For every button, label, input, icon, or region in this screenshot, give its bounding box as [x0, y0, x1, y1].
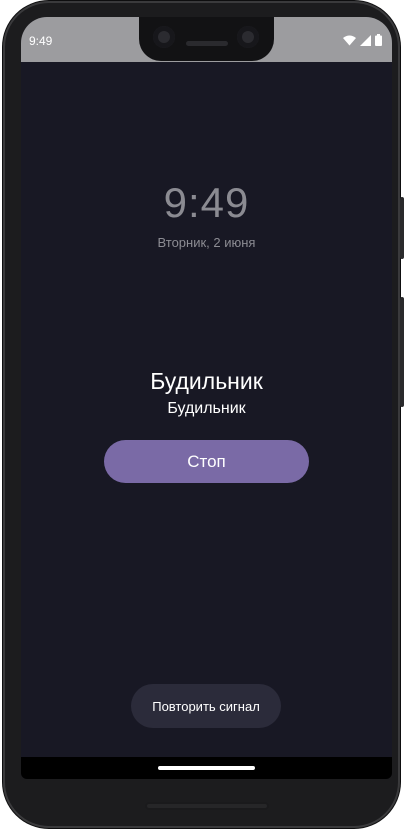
status-time: 9:49 [29, 34, 53, 48]
clock-time: 9:49 [163, 179, 250, 226]
clock-date: Вторник, 2 июня [157, 235, 256, 250]
status-icons [343, 34, 382, 46]
front-camera-icon [153, 26, 175, 48]
signal-icon [360, 34, 371, 46]
screen: 9:49 9:49 Вторник, 2 июня Будильник Буди… [21, 17, 392, 779]
alarm-label: Будильник [167, 400, 246, 417]
wifi-icon [343, 35, 356, 45]
volume-button [400, 297, 404, 407]
power-button [400, 197, 404, 259]
earpiece-speaker [186, 41, 228, 46]
stop-button[interactable]: Стоп [104, 440, 309, 483]
bottom-speaker-grille [145, 802, 269, 810]
camera-notch [139, 17, 274, 61]
phone-frame: 9:49 9:49 Вторник, 2 июня Будильник Буди… [3, 1, 404, 828]
snooze-button[interactable]: Повторить сигнал [131, 684, 281, 728]
alarm-title: Будильник [150, 368, 263, 394]
navigation-bar [21, 757, 392, 779]
home-gesture-handle[interactable] [158, 766, 255, 770]
alarm-screen: 9:49 Вторник, 2 июня Будильник Будильник… [21, 62, 392, 779]
front-sensor-icon [237, 26, 259, 48]
battery-icon [375, 34, 382, 46]
